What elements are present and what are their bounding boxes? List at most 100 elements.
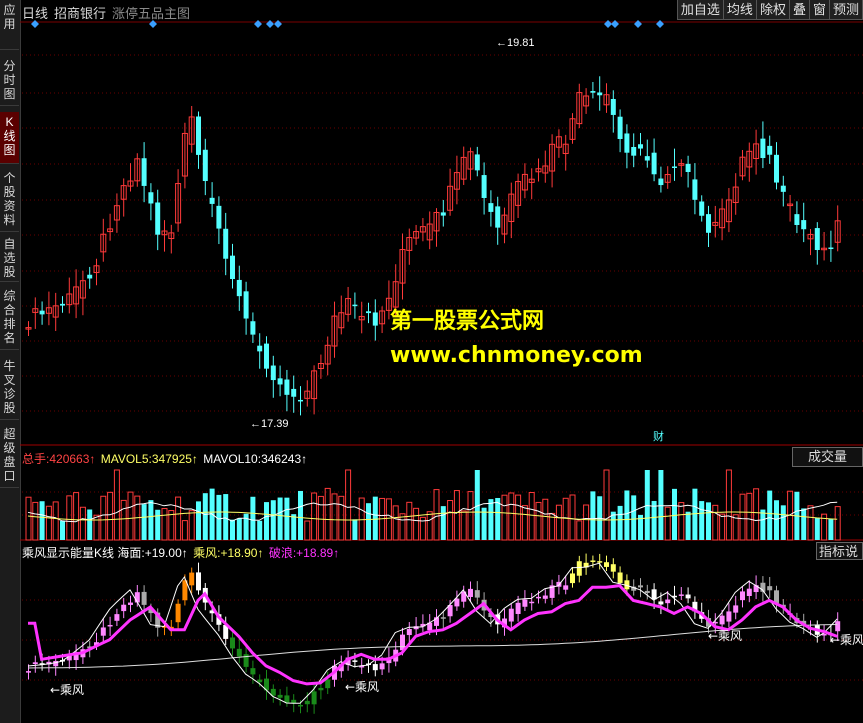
candle-body	[202, 149, 208, 182]
volume-bar	[644, 470, 650, 540]
watermark-url: www.chnmoney.com	[390, 343, 643, 368]
indicator-tag-button[interactable]: 指标说	[816, 542, 863, 560]
volume-bar	[672, 488, 677, 540]
signal-diamond	[266, 20, 274, 28]
candle-body	[672, 166, 677, 168]
indicator-body	[733, 605, 739, 613]
volume-bar	[495, 497, 501, 540]
candle-body	[706, 214, 711, 233]
mavol10-label: MAVOL10:	[203, 452, 262, 466]
volume-bar	[617, 505, 623, 540]
indicator-body	[576, 561, 582, 576]
indicator-body	[570, 573, 575, 584]
volume-bar	[603, 469, 610, 541]
volume-bar	[345, 469, 352, 541]
candle-body	[610, 98, 616, 115]
signal-diamond	[611, 20, 619, 28]
indicator-body	[257, 679, 263, 683]
indicator-body	[107, 624, 113, 627]
indicator-body	[372, 664, 378, 671]
indicator-body	[658, 601, 664, 605]
candle-body	[488, 203, 494, 212]
indicator-body	[767, 586, 773, 591]
volume-bar	[712, 504, 719, 541]
volume-bar	[284, 497, 290, 540]
candle-body	[481, 175, 487, 198]
volume-bar	[291, 514, 297, 540]
volume-bar	[521, 505, 528, 541]
candle-body	[794, 214, 800, 225]
mavol10-value: 346243↑	[261, 452, 308, 466]
volume-bar	[569, 494, 576, 541]
chengfeng-annotation: ←乘风	[708, 629, 742, 643]
volume-bar	[352, 519, 358, 540]
indicator-body	[128, 602, 133, 605]
volume-bar	[366, 503, 371, 540]
volume-bar	[93, 514, 100, 541]
volume-bar	[528, 492, 535, 541]
candle-body	[644, 156, 650, 161]
candle-body	[148, 192, 154, 204]
volume-bar	[426, 511, 433, 541]
volume-bar	[406, 501, 413, 541]
mavol5-value: 347925↑	[151, 452, 198, 466]
volume-bar	[39, 501, 45, 540]
candle-body	[366, 311, 371, 314]
indicator-body	[26, 671, 31, 673]
candle-body	[651, 152, 657, 175]
candle-body	[372, 312, 378, 326]
indicator-body	[685, 594, 691, 599]
signal-diamond	[31, 20, 39, 28]
indicator-body	[189, 572, 195, 586]
volume-bar	[746, 492, 753, 541]
indicator-body	[134, 592, 140, 603]
indicator-body	[638, 585, 643, 588]
candle-body	[298, 399, 303, 402]
volume-bar	[25, 496, 32, 541]
candle-body	[257, 345, 263, 352]
indicator-body	[230, 637, 235, 649]
volume-bar	[120, 499, 127, 541]
volume-bar	[501, 494, 508, 541]
haimian-label: 海面:	[117, 546, 145, 560]
indicator-body	[542, 595, 548, 599]
candle-body	[638, 144, 643, 149]
volume-bar	[658, 470, 664, 540]
candle-body	[760, 138, 766, 159]
volume-bar	[161, 508, 168, 541]
candle-body	[284, 379, 290, 395]
indicator-body	[746, 588, 752, 596]
volume-bar	[181, 520, 188, 541]
volume-bar	[141, 504, 147, 540]
candle-body	[699, 201, 705, 216]
indicator-body	[563, 585, 569, 590]
volume-bar	[590, 491, 596, 540]
indicator-body	[121, 604, 127, 612]
volume-bar	[753, 488, 760, 541]
volume-legend: 总手:420663↑ MAVOL5:347925↑ MAVOL10:346243…	[22, 450, 307, 467]
signal-markers	[31, 20, 664, 28]
volume-bar	[148, 500, 154, 540]
watermark-title: 第一股票公式网	[390, 309, 545, 334]
volume-tag-button[interactable]: 成交量	[792, 447, 863, 467]
candle-body	[264, 343, 269, 369]
indicator-body	[508, 608, 514, 622]
candle-body	[291, 388, 297, 397]
candle-body	[692, 179, 698, 200]
volume-bar	[780, 505, 786, 540]
volume-bar	[324, 487, 331, 541]
candle-body	[617, 116, 623, 139]
volume-bar	[699, 501, 705, 540]
indicator-body	[529, 601, 535, 604]
volume-bar	[196, 501, 201, 540]
volume-bar	[413, 507, 420, 541]
candle-body	[60, 303, 65, 306]
volume-bar	[440, 506, 446, 540]
indicator-body	[325, 679, 331, 689]
indicator-body	[597, 561, 603, 563]
polang-label: 破浪:	[268, 546, 297, 560]
candle-body	[39, 310, 45, 315]
volume-bar	[631, 495, 637, 540]
candle-body	[801, 220, 807, 230]
volume-bar	[767, 490, 773, 540]
